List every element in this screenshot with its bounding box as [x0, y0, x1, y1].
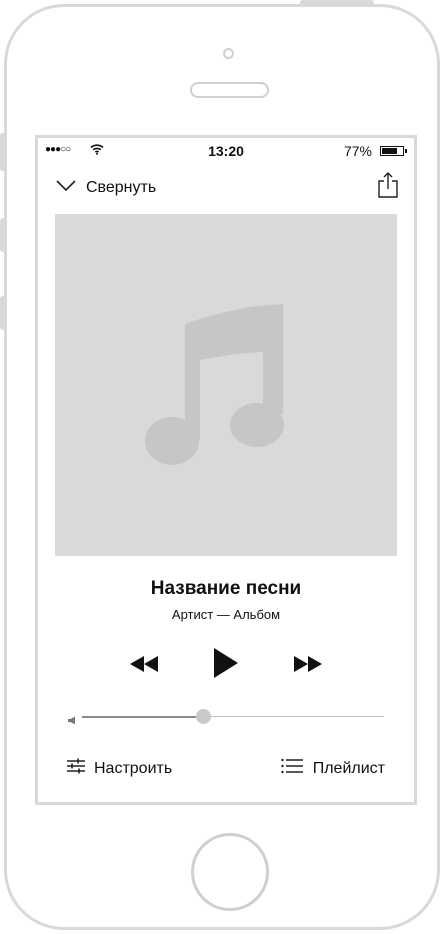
play-button[interactable] — [213, 647, 239, 684]
volume-up-button — [0, 218, 6, 252]
mute-switch — [0, 133, 6, 171]
rewind-icon — [129, 656, 159, 677]
collapse-button[interactable]: Свернуть — [56, 174, 156, 202]
status-bar: ●●●○○ 13:20 77% — [38, 138, 414, 164]
earpiece-speaker — [190, 82, 269, 98]
settings-button[interactable]: Настроить — [67, 758, 172, 779]
screen: ●●●○○ 13:20 77% Свернуть Название песни … — [35, 135, 417, 805]
share-button[interactable] — [378, 172, 398, 203]
home-button[interactable] — [191, 833, 269, 911]
battery-icon — [380, 146, 407, 156]
power-button — [300, 0, 374, 6]
volume-knob[interactable] — [195, 709, 211, 724]
play-icon — [213, 648, 239, 683]
chevron-down-icon — [56, 179, 76, 197]
song-title: Название песни — [150, 578, 302, 599]
battery-percent: 77% — [343, 143, 372, 159]
list-icon — [281, 758, 303, 779]
volume-down-button — [0, 296, 6, 330]
front-camera — [223, 48, 234, 59]
rewind-button[interactable] — [129, 655, 159, 678]
collapse-label: Свернуть — [86, 179, 157, 196]
bottom-bar: Настроить Плейлист — [38, 758, 414, 788]
player-header: Свернуть — [38, 172, 414, 204]
share-icon — [378, 172, 398, 202]
settings-label: Настроить — [94, 759, 173, 777]
playback-controls — [38, 646, 414, 682]
speaker-icon — [68, 712, 77, 730]
playlist-label: Плейлист — [312, 759, 385, 777]
sliders-icon — [67, 758, 85, 779]
artist-album: Артист — Альбом — [171, 607, 281, 622]
volume-slider[interactable] — [68, 709, 386, 725]
volume-fill — [82, 715, 203, 718]
fast-forward-icon — [293, 656, 323, 677]
playlist-button[interactable]: Плейлист — [281, 758, 385, 779]
fast-forward-button[interactable] — [293, 655, 323, 678]
album-art — [55, 214, 397, 556]
